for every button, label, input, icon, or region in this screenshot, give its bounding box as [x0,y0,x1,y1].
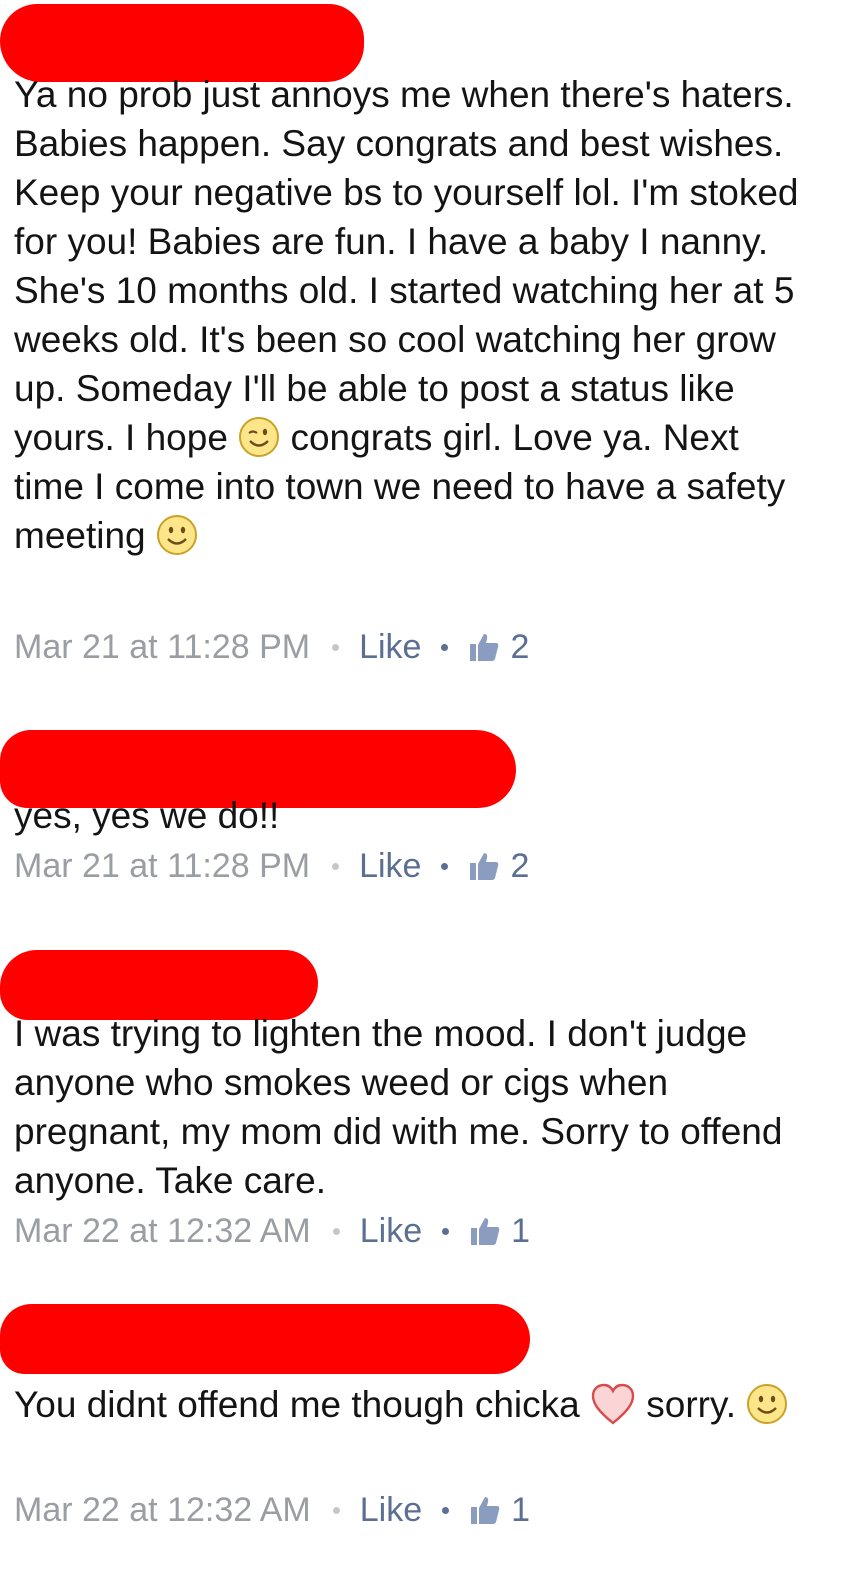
separator-dot [441,862,449,870]
comment-meta: Mar 22 at 12:32 AM Like 1 [14,1490,530,1530]
like-count[interactable]: 2 [510,628,529,667]
comment-body: You didnt offend me though chicka sorry. [14,1376,814,1433]
thumbs-up-icon[interactable] [468,631,500,663]
separator-dot [332,1227,340,1235]
separator-dot [332,643,340,651]
like-count[interactable]: 1 [511,1491,530,1530]
heart-icon [591,1383,635,1425]
comment-meta: Mar 21 at 11:28 PM Like 2 [14,627,529,667]
like-button[interactable]: Like [359,847,421,886]
comment-meta: Mar 21 at 11:28 PM Like 2 [14,846,529,886]
separator-dot [441,643,449,651]
redacted-author-name [0,1304,530,1374]
timestamp[interactable]: Mar 22 at 12:32 AM [14,1212,311,1251]
thumbs-up-icon[interactable] [469,1215,501,1247]
timestamp[interactable]: Mar 21 at 11:28 PM [14,628,310,667]
like-button[interactable]: Like [359,628,421,667]
wink-emoji-icon [239,417,280,457]
timestamp[interactable]: Mar 22 at 12:32 AM [14,1491,311,1530]
separator-dot [332,1506,340,1514]
separator-dot [442,1227,450,1235]
thumbs-up-icon[interactable] [469,1494,501,1526]
comment-body: yes, yes we do!! [14,795,280,836]
separator-dot [332,862,340,870]
like-count[interactable]: 2 [510,847,529,886]
like-button[interactable]: Like [360,1491,422,1530]
comment-body: Ya no prob just annoys me when there's h… [14,74,809,556]
smile-emoji-icon [156,515,197,555]
smile-emoji-icon [747,1384,788,1424]
comment-meta: Mar 22 at 12:32 AM Like 1 [14,1211,530,1251]
separator-dot [442,1506,450,1514]
like-button[interactable]: Like [360,1212,422,1251]
thumbs-up-icon[interactable] [468,850,500,882]
timestamp[interactable]: Mar 21 at 11:28 PM [14,847,310,886]
comment-body: I was trying to lighten the mood. I don'… [14,1013,793,1201]
like-count[interactable]: 1 [511,1212,530,1251]
